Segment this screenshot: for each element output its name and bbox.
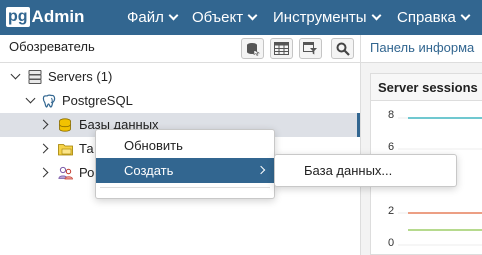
database-icon [59, 118, 71, 132]
browser-header-divider [0, 62, 360, 63]
chevron-right-icon[interactable] [38, 167, 49, 178]
logo-admin-text: Admin [31, 7, 85, 26]
users-icon [58, 166, 73, 180]
context-menu-item-label: Создать [124, 163, 174, 178]
context-menu: Обновить Создать [95, 129, 275, 199]
chevron-down-icon[interactable] [10, 69, 21, 80]
chevron-down-icon[interactable] [25, 93, 36, 104]
y-tick-label: 2 [388, 205, 395, 217]
filtered-rows-button[interactable] [299, 38, 322, 59]
search-objects-button[interactable] [331, 38, 354, 59]
view-data-button[interactable] [270, 38, 293, 59]
tree-label-postgresql: PostgreSQL [62, 93, 133, 108]
chevron-down-icon [247, 10, 258, 21]
table-view-icon [274, 42, 289, 55]
browser-panel-title: Обозреватель [9, 39, 95, 54]
menu-tools[interactable]: Инструменты [273, 0, 381, 35]
chevron-right-icon[interactable] [38, 119, 49, 130]
tree-label-tablespaces: Та [79, 141, 94, 156]
chevron-down-icon [168, 10, 179, 21]
context-menu-item-label: Обновить [124, 138, 183, 153]
context-menu-item-refresh[interactable]: Обновить [96, 133, 274, 158]
tree-node-servers[interactable]: Servers (1) [0, 65, 360, 89]
database-query-icon [246, 42, 260, 56]
search-icon [336, 42, 350, 56]
submenu-item-database[interactable]: База данных... [304, 163, 392, 178]
create-submenu: База данных... [274, 154, 457, 187]
menu-object-label: Объект [192, 9, 244, 26]
menu-file[interactable]: Файл [127, 0, 179, 35]
tab-dashboard-label: Панель информа [370, 40, 475, 55]
menu-file-label: Файл [127, 9, 164, 26]
chevron-right-icon [256, 165, 266, 175]
logo-pg-text: pg [6, 7, 30, 27]
chevron-right-icon[interactable] [38, 143, 49, 154]
query-tool-button[interactable] [241, 38, 264, 59]
menu-tools-label: Инструменты [273, 9, 367, 26]
top-navbar: pg Admin Файл Объект Инструменты Справка [0, 0, 482, 35]
chevron-down-icon [460, 10, 471, 21]
tree-label-roles: Ро [79, 165, 95, 180]
servers-icon [28, 70, 42, 84]
tab-dashboard[interactable]: Панель информа [361, 35, 482, 63]
tree-label-servers: Servers (1) [48, 69, 113, 84]
menu-help-label: Справка [397, 9, 456, 26]
y-tick-label: 6 [388, 141, 395, 153]
context-menu-item-create[interactable]: Создать [96, 158, 274, 183]
y-tick-label: 0 [388, 237, 395, 249]
menu-divider [100, 187, 270, 188]
tree-node-postgresql[interactable]: PostgreSQL [0, 89, 360, 113]
chevron-down-icon [371, 10, 381, 21]
filtered-rows-icon [303, 42, 317, 55]
y-tick-label: 8 [388, 109, 395, 121]
folder-icon [58, 144, 73, 156]
elephant-icon [42, 94, 56, 108]
pgadmin-logo[interactable]: pg Admin [6, 6, 84, 28]
menu-object[interactable]: Объект [192, 0, 258, 35]
menu-help[interactable]: Справка [397, 0, 471, 35]
